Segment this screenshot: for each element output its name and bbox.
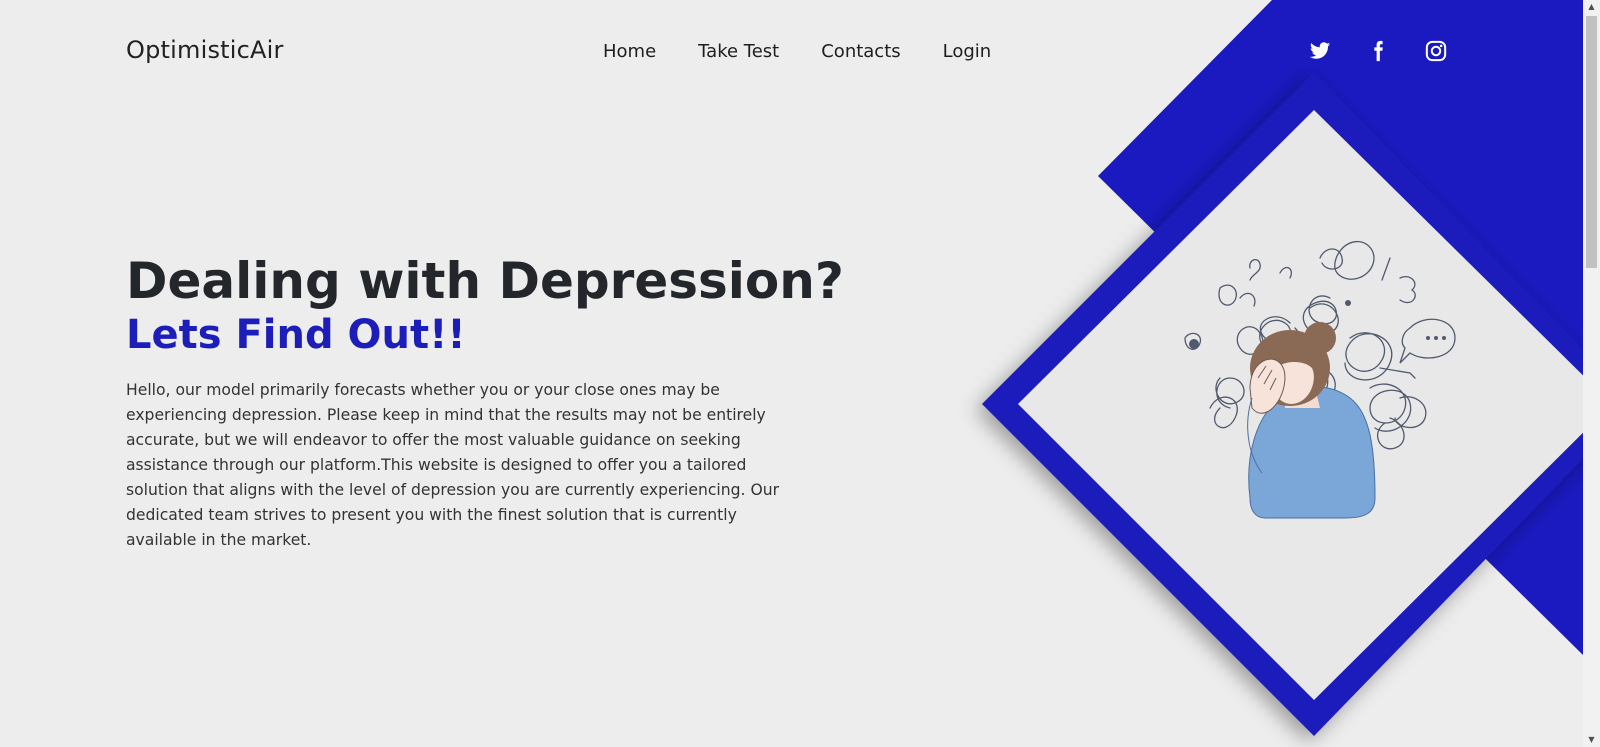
hero-subtitle: Lets Find Out!! bbox=[126, 312, 466, 358]
scroll-up-arrow-icon[interactable]: ▲ bbox=[1583, 0, 1600, 14]
instagram-icon[interactable] bbox=[1425, 40, 1447, 62]
nav-home[interactable]: Home bbox=[603, 41, 656, 62]
nav-login[interactable]: Login bbox=[943, 41, 992, 62]
hero-title: Dealing with Depression? bbox=[126, 252, 844, 310]
main-nav: Home Take Test Contacts Login bbox=[603, 41, 1033, 62]
twitter-icon[interactable] bbox=[1309, 40, 1331, 62]
nav-contacts[interactable]: Contacts bbox=[821, 41, 900, 62]
site-logo[interactable]: OptimisticAir bbox=[126, 36, 284, 64]
facebook-icon[interactable] bbox=[1367, 40, 1389, 62]
hero-description: Hello, our model primarily forecasts whe… bbox=[126, 381, 780, 549]
social-links bbox=[1309, 40, 1447, 62]
page: OptimisticAir Home Take Test Contacts Lo… bbox=[0, 0, 1600, 747]
vertical-scrollbar[interactable]: ▲ ▼ bbox=[1583, 0, 1600, 747]
scroll-thumb[interactable] bbox=[1586, 16, 1597, 268]
nav-take-test[interactable]: Take Test bbox=[698, 41, 779, 62]
scroll-down-arrow-icon[interactable]: ▼ bbox=[1583, 733, 1600, 747]
depression-illustration bbox=[1180, 228, 1480, 538]
